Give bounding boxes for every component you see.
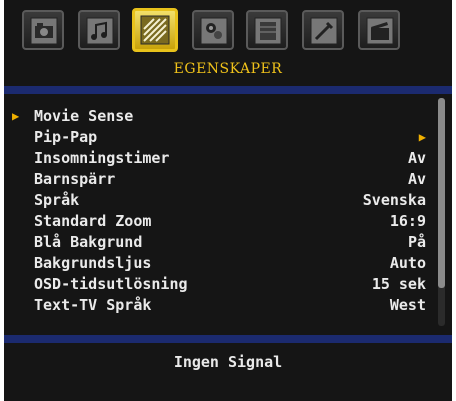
selection-cursor-icon: ▶ (12, 109, 20, 123)
install-icon (200, 17, 228, 45)
menu-item-label: Standard Zoom (34, 212, 152, 230)
signal-status: Ingen Signal (173, 353, 283, 371)
menu-item-label: Pip-Pap (34, 128, 98, 146)
menu-item-child-lock[interactable]: Barnspärr Av (4, 169, 434, 190)
tab-source[interactable] (246, 10, 288, 50)
menu-scrollbar[interactable] (438, 98, 445, 326)
menu-item-backlight[interactable]: Bakgrundsljus Auto (4, 253, 434, 274)
menu-item-blue-background[interactable]: Blå Bakgrund På (4, 232, 434, 253)
menu-item-value: Svenska (362, 191, 426, 209)
menu-item-label: Språk (34, 191, 80, 209)
menu-item-label: Insomningstimer (34, 149, 170, 167)
top-separator (4, 86, 452, 94)
media-icon (366, 17, 394, 45)
section-title: EGENSKAPER (173, 61, 283, 77)
features-icon (140, 15, 170, 45)
tv-osd-menu: EGENSKAPER ▶ Movie Sense Pip-Pap ▶ Insom… (4, 0, 452, 401)
tab-install[interactable] (192, 10, 234, 50)
picture-icon (30, 17, 58, 45)
settings-icon (310, 17, 338, 45)
menu-item-label: Barnspärr (34, 170, 116, 188)
menu-item-value: 16:9 (389, 212, 426, 230)
submenu-arrow-icon: ▶ (418, 130, 426, 144)
menu-list: ▶ Movie Sense Pip-Pap ▶ Insomningstimer … (4, 101, 452, 333)
menu-item-language[interactable]: Språk Svenska (4, 190, 434, 211)
menu-item-label: Movie Sense (34, 107, 134, 125)
source-icon (254, 17, 282, 45)
menu-item-label: Text-TV Språk (34, 296, 152, 314)
menu-item-value: Av (407, 149, 426, 167)
menu-item-teletext-language[interactable]: Text-TV Språk West (4, 295, 434, 316)
tab-settings[interactable] (302, 10, 344, 50)
menu-item-sleep-timer[interactable]: Insomningstimer Av (4, 148, 434, 169)
menu-icon-bar (4, 0, 452, 60)
menu-item-osd-timeout[interactable]: OSD-tidsutlösning 15 sek (4, 274, 434, 295)
menu-item-value: 15 sek (371, 275, 426, 293)
menu-item-label: Bakgrundsljus (34, 254, 152, 272)
sound-icon (86, 17, 114, 45)
menu-item-label: Blå Bakgrund (34, 233, 143, 251)
menu-item-value: West (389, 296, 426, 314)
menu-item-value: På (407, 233, 426, 251)
menu-item-value: Auto (389, 254, 426, 272)
tab-picture[interactable] (22, 10, 64, 50)
tab-media[interactable] (358, 10, 400, 50)
bottom-separator (4, 335, 452, 343)
menu-item-default-zoom[interactable]: Standard Zoom 16:9 (4, 211, 434, 232)
menu-item-pip-pap[interactable]: Pip-Pap ▶ (4, 127, 434, 148)
scrollbar-thumb[interactable] (438, 98, 445, 288)
menu-item-label: OSD-tidsutlösning (34, 275, 188, 293)
menu-item-value: Av (407, 170, 426, 188)
tab-features[interactable] (132, 8, 178, 52)
menu-item-movie-sense[interactable]: ▶ Movie Sense (4, 106, 434, 127)
tab-sound[interactable] (78, 10, 120, 50)
